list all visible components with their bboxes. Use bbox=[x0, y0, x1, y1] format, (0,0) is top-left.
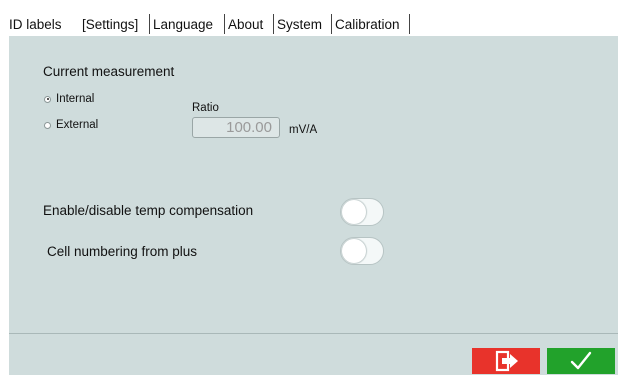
radio-internal-label: Internal bbox=[56, 93, 95, 105]
checkmark-icon bbox=[570, 351, 592, 370]
cell-numbering-label: Cell numbering from plus bbox=[47, 244, 198, 259]
tab-settings[interactable]: [Settings] bbox=[82, 15, 138, 34]
toggle-knob bbox=[342, 200, 366, 224]
tab-separator bbox=[409, 14, 410, 34]
tab-bar: ID labels [Settings] Language About Syst… bbox=[0, 0, 618, 36]
radio-internal[interactable]: Internal bbox=[44, 93, 94, 105]
radio-unchecked-icon[interactable] bbox=[44, 121, 51, 129]
toggle-knob bbox=[342, 239, 366, 263]
tab-separator bbox=[224, 14, 225, 34]
tab-calibration[interactable]: Calibration bbox=[335, 15, 400, 34]
temp-compensation-toggle[interactable] bbox=[340, 198, 384, 226]
exit-button[interactable] bbox=[472, 348, 540, 374]
settings-panel bbox=[9, 36, 618, 333]
ratio-input[interactable] bbox=[192, 117, 280, 138]
current-measurement-title: Current measurement bbox=[43, 64, 175, 79]
radio-external-label: External bbox=[56, 119, 99, 131]
tab-about[interactable]: About bbox=[228, 15, 263, 34]
radio-checked-icon[interactable] bbox=[44, 95, 51, 103]
radio-external[interactable]: External bbox=[44, 119, 98, 131]
tab-separator bbox=[331, 14, 332, 34]
ratio-label: Ratio bbox=[192, 102, 219, 114]
tab-separator bbox=[273, 14, 274, 34]
temp-compensation-label: Enable/disable temp compensation bbox=[43, 203, 254, 218]
tab-system[interactable]: System bbox=[277, 15, 322, 34]
tab-id-labels[interactable]: ID labels bbox=[9, 15, 62, 34]
exit-door-arrow-icon bbox=[495, 350, 518, 372]
confirm-button[interactable] bbox=[547, 348, 615, 374]
ratio-unit: mV/A bbox=[289, 124, 318, 136]
cell-numbering-toggle[interactable] bbox=[340, 237, 384, 265]
tab-language[interactable]: Language bbox=[153, 15, 213, 34]
tab-separator bbox=[149, 14, 150, 34]
